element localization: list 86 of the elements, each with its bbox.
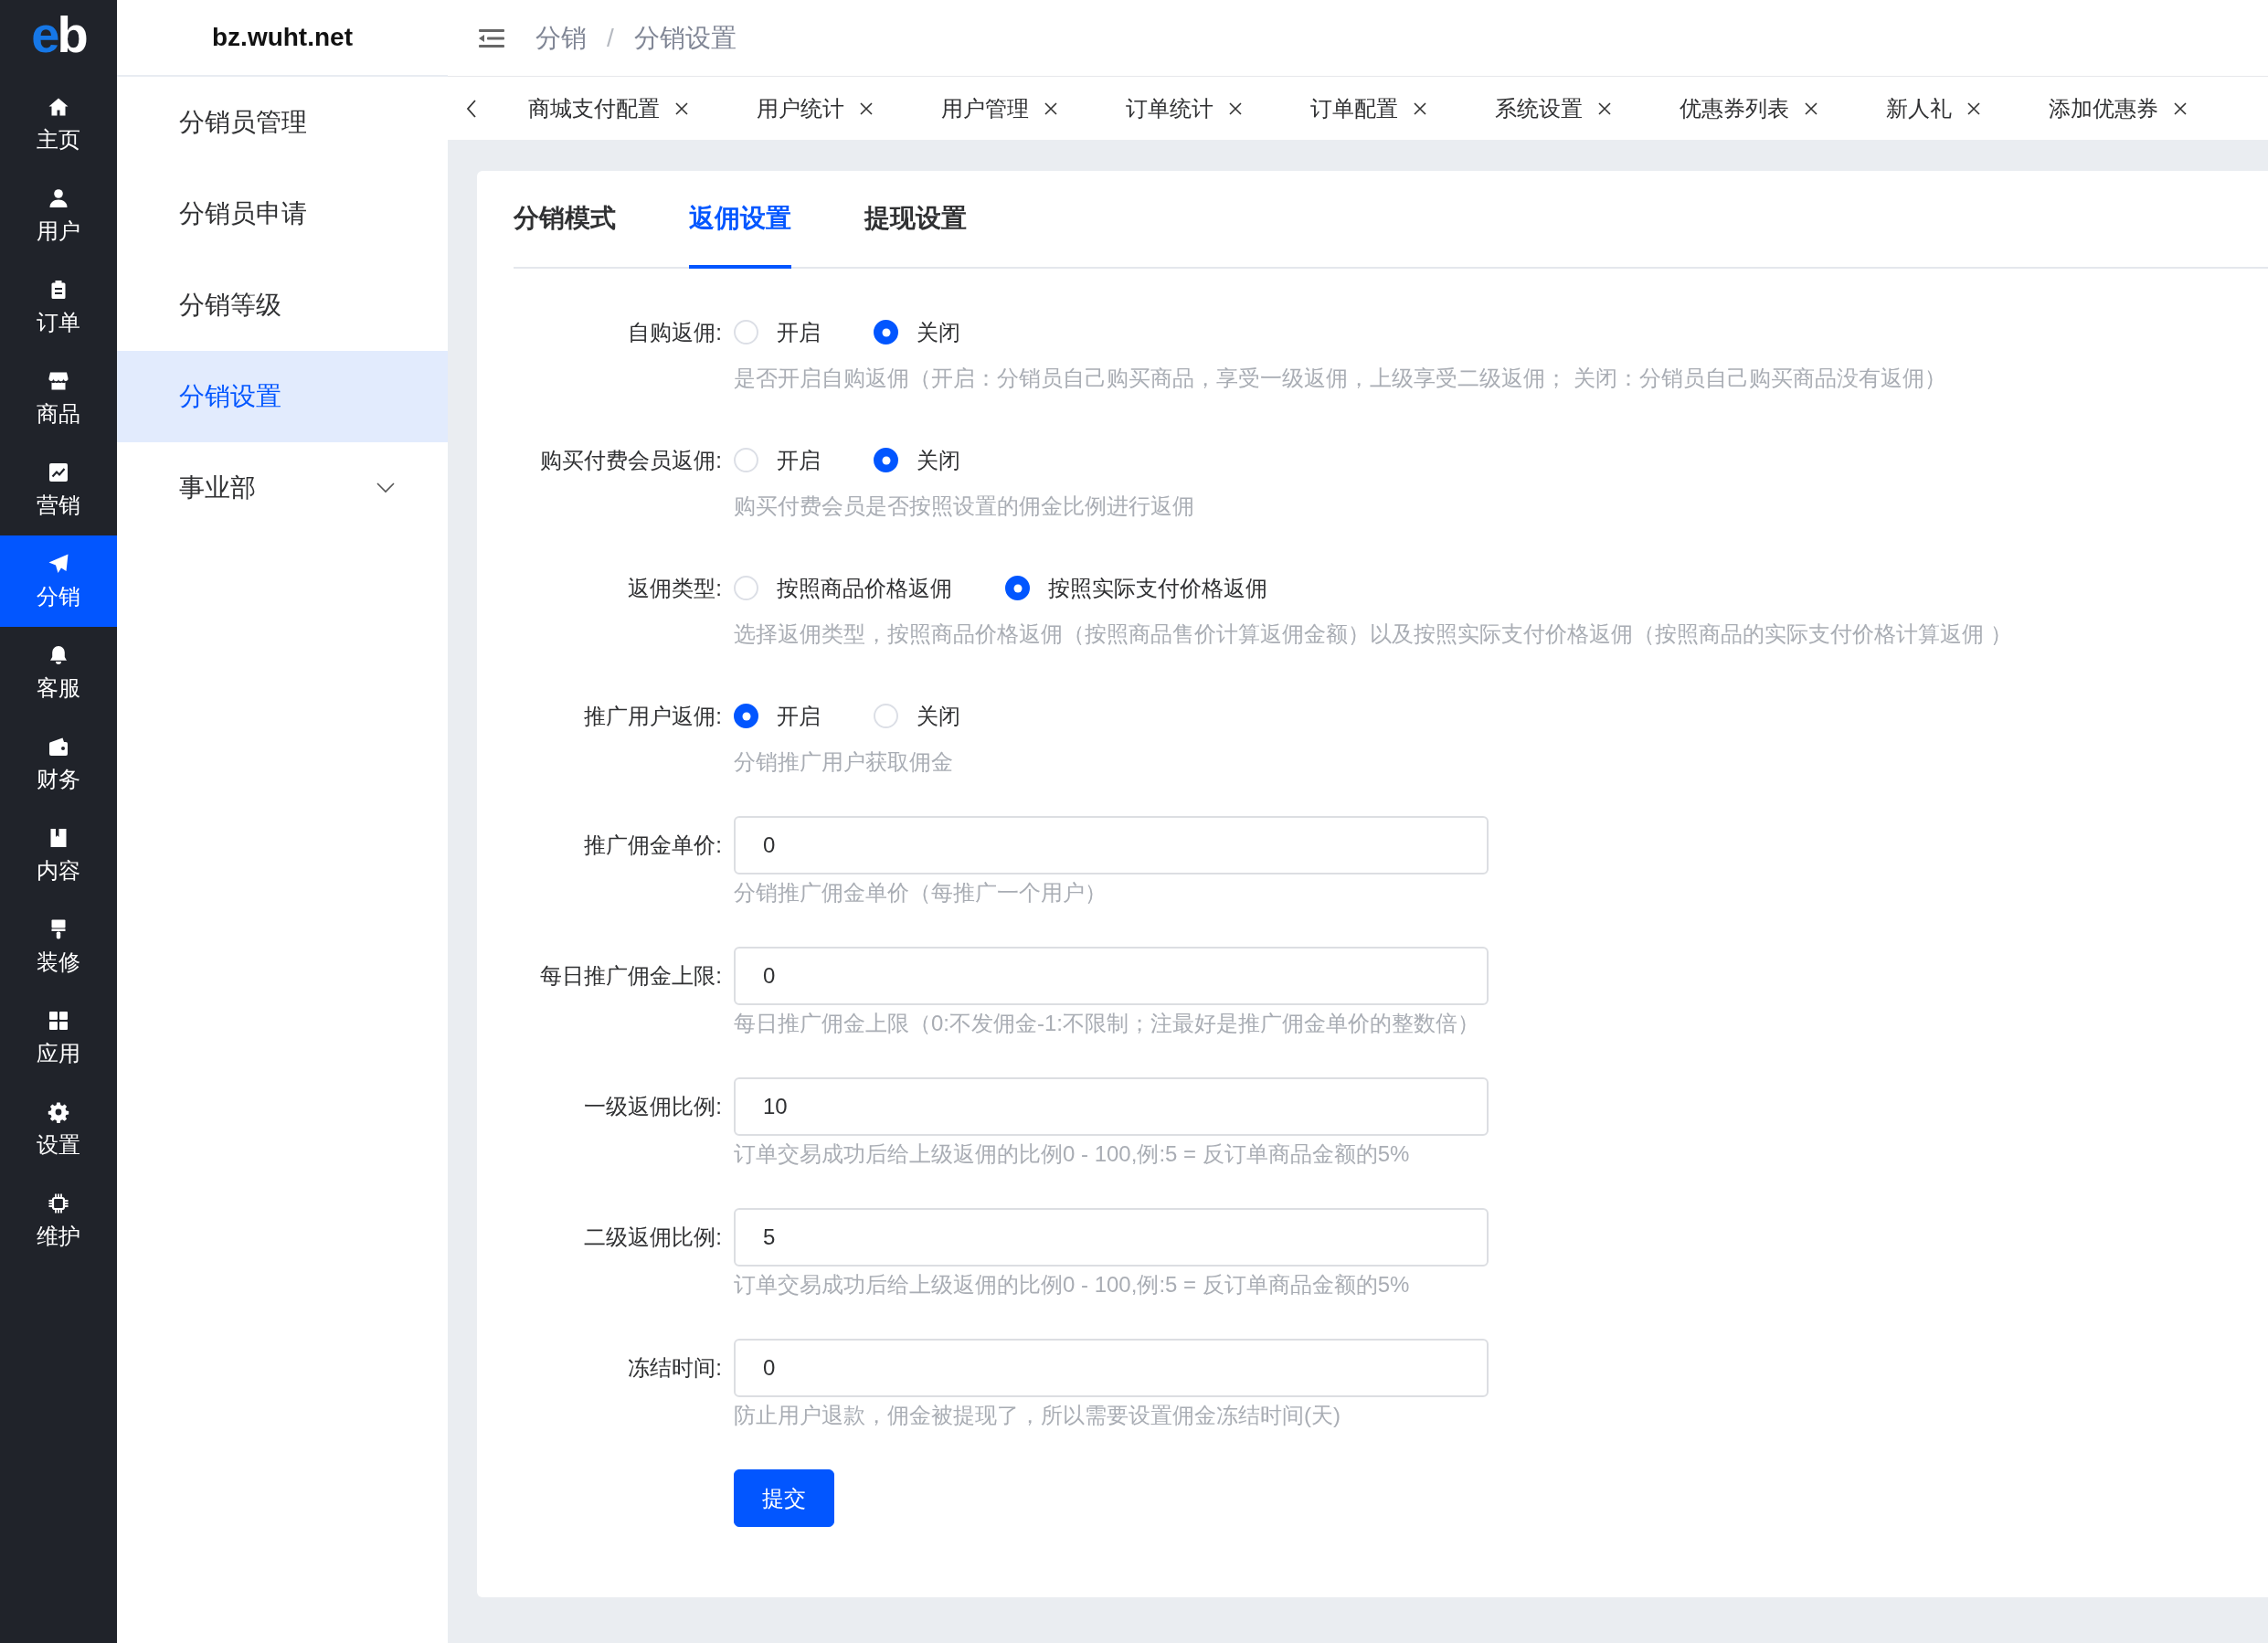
radio-button[interactable] xyxy=(1005,576,1030,600)
page-tab[interactable]: 新人礼 xyxy=(1852,77,2015,140)
close-icon[interactable] xyxy=(1804,101,1818,116)
close-icon[interactable] xyxy=(2173,101,2188,116)
field-label: 推广佣金单价: xyxy=(584,832,722,859)
text-input[interactable]: 0 xyxy=(734,1339,1489,1397)
gear-icon xyxy=(48,1100,69,1123)
help-text: 分销推广佣金单价（每推广一个用户） xyxy=(734,879,1108,906)
nav-item[interactable]: 分销 xyxy=(0,535,117,627)
chip-icon xyxy=(48,1192,69,1214)
close-icon[interactable] xyxy=(1413,101,1427,116)
chevron-down-icon[interactable] xyxy=(376,482,395,493)
radio-label[interactable]: 关闭 xyxy=(917,315,960,349)
nav-item[interactable]: 营销 xyxy=(0,444,117,535)
close-icon[interactable] xyxy=(1228,101,1243,116)
radio-label[interactable]: 按照商品价格返佣 xyxy=(777,571,952,605)
nav-item[interactable]: 设置 xyxy=(0,1084,117,1175)
page-tab[interactable]: 添加优惠券 xyxy=(2015,77,2221,140)
close-icon[interactable] xyxy=(1966,101,1981,116)
field-label: 一级返佣比例: xyxy=(584,1093,722,1120)
submit-button[interactable]: 提交 xyxy=(734,1469,834,1527)
breadcrumb-current: 分销设置 xyxy=(633,22,737,54)
chart-icon xyxy=(48,461,69,483)
site-title: bz.wuht.net xyxy=(212,22,353,53)
radio-button[interactable] xyxy=(874,448,898,472)
settings-tab[interactable]: 提现设置 xyxy=(864,171,967,269)
help-text: 订单交易成功后给上级返佣的比例0 - 100,例:5 = 反订单商品金额的5% xyxy=(734,1140,1411,1168)
settings-tab[interactable]: 分销模式 xyxy=(514,171,616,269)
nav-item[interactable]: 商品 xyxy=(0,353,117,444)
field-label: 每日推广佣金上限: xyxy=(540,962,722,990)
radio-label[interactable]: 关闭 xyxy=(917,699,960,733)
breadcrumb-separator: / xyxy=(607,22,614,54)
nav-item[interactable]: 应用 xyxy=(0,992,117,1084)
page-tab[interactable]: 用户管理 xyxy=(907,77,1092,140)
help-text: 选择返佣类型，按照商品价格返佣（按照商品售价计算返佣金额）以及按照实际支付价格返佣（按照商品的实际支付价格计算返佣 ） xyxy=(734,620,2013,648)
menu-icon[interactable] xyxy=(479,27,504,48)
page-tab[interactable]: 商城支付配置 xyxy=(494,77,723,140)
field-label: 二级返佣比例: xyxy=(584,1224,722,1251)
field-label: 自购返佣: xyxy=(628,318,722,346)
nav-item[interactable]: 主页 xyxy=(0,79,117,170)
page-tab[interactable]: 优惠券列表 xyxy=(1646,77,1852,140)
person-icon xyxy=(48,186,69,209)
text-input[interactable]: 10 xyxy=(734,1077,1489,1136)
radio-button[interactable] xyxy=(874,320,898,344)
help-text: 是否开启自购返佣（开启：分销员自己购买商品，享受一级返佣，上级享受二级返佣； 关闭：分销员自己购买商品没有返佣） xyxy=(734,365,1947,392)
close-icon[interactable] xyxy=(1044,101,1058,116)
settings-tab[interactable]: 返佣设置 xyxy=(689,171,791,269)
close-icon[interactable] xyxy=(859,101,874,116)
radio-label[interactable]: 关闭 xyxy=(917,443,960,477)
nav-item[interactable]: 内容 xyxy=(0,810,117,901)
nav-item[interactable]: 用户 xyxy=(0,170,117,261)
field-label: 冻结时间: xyxy=(628,1354,722,1382)
close-icon[interactable] xyxy=(1597,101,1612,116)
grid-icon xyxy=(48,1009,69,1032)
text-input[interactable]: 0 xyxy=(734,816,1489,874)
help-text: 购买付费会员是否按照设置的佣金比例进行返佣 xyxy=(734,493,1195,520)
chevron-left-icon[interactable] xyxy=(465,99,477,118)
page-tab[interactable]: 用户统计 xyxy=(723,77,907,140)
field-label: 购买付费会员返佣: xyxy=(540,446,722,474)
close-icon[interactable] xyxy=(674,101,689,116)
bell-icon xyxy=(48,643,69,666)
field-label: 返佣类型: xyxy=(628,574,722,602)
page-tab[interactable]: 系统设置 xyxy=(1461,77,1646,140)
logo: eb xyxy=(31,9,86,65)
radio-button[interactable] xyxy=(734,704,758,728)
help-text: 防止用户退款，佣金被提现了，所以需要设置佣金冻结时间(天) xyxy=(734,1402,1341,1429)
submenu-item[interactable]: 分销设置 xyxy=(117,351,448,442)
page-tab[interactable]: 订单配置 xyxy=(1277,77,1461,140)
page-tab[interactable]: 订单统计 xyxy=(1092,77,1277,140)
radio-label[interactable]: 开启 xyxy=(777,699,821,733)
radio-label[interactable]: 开启 xyxy=(777,315,821,349)
paper-plane-icon xyxy=(48,552,69,575)
help-text: 每日推广佣金上限（0:不发佣金-1:不限制；注最好是推广佣金单价的整数倍） xyxy=(734,1010,1481,1037)
nav-item[interactable]: 订单 xyxy=(0,261,117,353)
help-text: 分销推广用户获取佣金 xyxy=(734,748,954,776)
nav-item[interactable]: 装修 xyxy=(0,901,117,992)
nav-item[interactable]: 维护 xyxy=(0,1175,117,1267)
nav-item[interactable]: 财务 xyxy=(0,718,117,810)
radio-label[interactable]: 开启 xyxy=(777,443,821,477)
nav-item[interactable]: 客服 xyxy=(0,627,117,718)
field-label: 推广用户返佣: xyxy=(584,702,722,730)
text-input[interactable]: 0 xyxy=(734,947,1489,1005)
text-input[interactable]: 5 xyxy=(734,1208,1489,1267)
breadcrumb-link[interactable]: 分销 xyxy=(535,18,587,58)
help-text: 订单交易成功后给上级返佣的比例0 - 100,例:5 = 反订单商品金额的5% xyxy=(734,1271,1411,1298)
radio-label[interactable]: 按照实际支付价格返佣 xyxy=(1048,571,1267,605)
